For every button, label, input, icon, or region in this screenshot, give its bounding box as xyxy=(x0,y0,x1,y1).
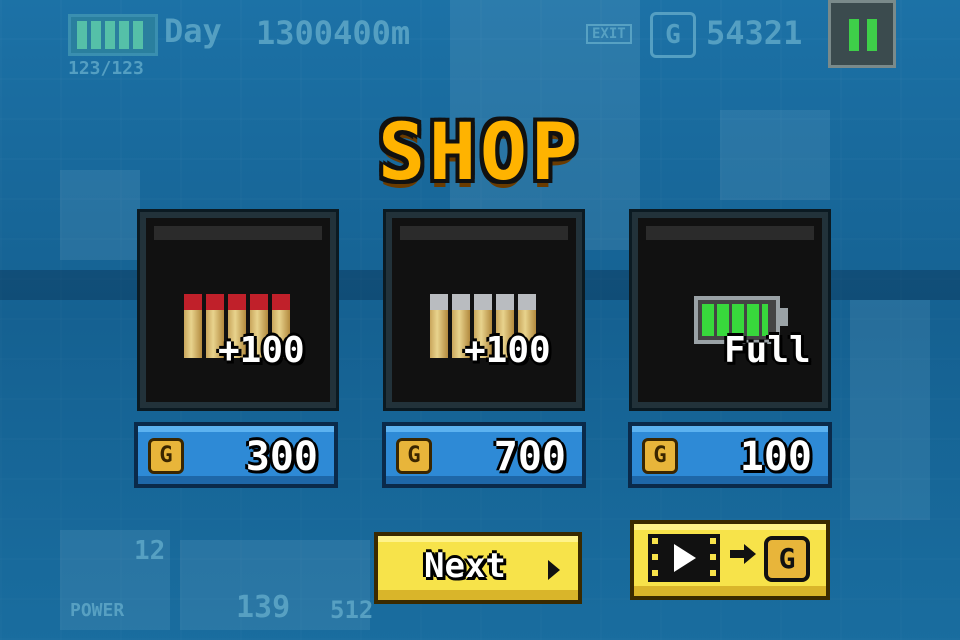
gold-coin-icon: G xyxy=(642,438,678,474)
price-value: 100 xyxy=(739,434,812,480)
arrow-head-icon xyxy=(744,544,756,564)
buy-red-shells-button[interactable]: G 300 xyxy=(134,422,338,488)
gold-coin-icon: G xyxy=(764,536,810,582)
shop-item-red-shells[interactable]: +100 xyxy=(140,212,336,408)
distance-text: 1300400m xyxy=(256,14,411,52)
pause-button[interactable] xyxy=(828,0,896,68)
background-monster xyxy=(720,110,830,200)
ammo-count-secondary: 512 xyxy=(330,596,374,624)
shop-item-battery[interactable]: Full xyxy=(632,212,828,408)
video-film-icon xyxy=(648,534,720,582)
play-icon xyxy=(674,544,696,572)
exit-sign: EXIT xyxy=(586,24,632,44)
shop-title: SHOP xyxy=(378,108,582,198)
health-segment xyxy=(119,21,129,49)
next-button[interactable]: Next xyxy=(374,532,582,604)
card-header-strip xyxy=(154,226,322,240)
power-count: 12 xyxy=(134,536,166,566)
pause-icon xyxy=(867,19,877,51)
buy-battery-button[interactable]: G 100 xyxy=(628,422,832,488)
card-header-strip xyxy=(646,226,814,240)
arrow-right-icon xyxy=(548,560,560,580)
health-text: 123/123 xyxy=(68,58,144,79)
price-value: 300 xyxy=(245,434,318,480)
shop-item-silver-shells[interactable]: +100 xyxy=(386,212,582,408)
watch-video-for-gold-button[interactable]: G xyxy=(630,520,830,600)
background-zombies xyxy=(850,300,930,520)
health-segment xyxy=(105,21,115,49)
item-quantity-label: +100 xyxy=(218,330,305,371)
card-header-strip xyxy=(400,226,568,240)
health-bar xyxy=(68,14,158,56)
game-screen: 123/123 Day 1300400m EXIT G 54321 POWER … xyxy=(0,0,960,640)
power-label: POWER xyxy=(70,600,125,621)
gold-coin-icon: G xyxy=(148,438,184,474)
gold-coin-icon: G xyxy=(650,12,696,58)
next-label: Next xyxy=(424,546,506,586)
item-quantity-label: Full xyxy=(724,330,811,371)
gold-coin-icon: G xyxy=(396,438,432,474)
gold-total: 54321 xyxy=(706,14,803,52)
background-character xyxy=(60,170,140,260)
pause-icon xyxy=(849,19,859,51)
buy-silver-shells-button[interactable]: G 700 xyxy=(382,422,586,488)
health-segment xyxy=(77,21,87,49)
item-quantity-label: +100 xyxy=(464,330,551,371)
health-segment xyxy=(91,21,101,49)
day-label: Day xyxy=(164,12,222,50)
price-value: 700 xyxy=(493,434,566,480)
battery-tip xyxy=(780,308,788,326)
arrow-right-icon xyxy=(730,550,744,558)
health-segment xyxy=(133,21,143,49)
ammo-count-primary: 139 xyxy=(236,590,291,625)
